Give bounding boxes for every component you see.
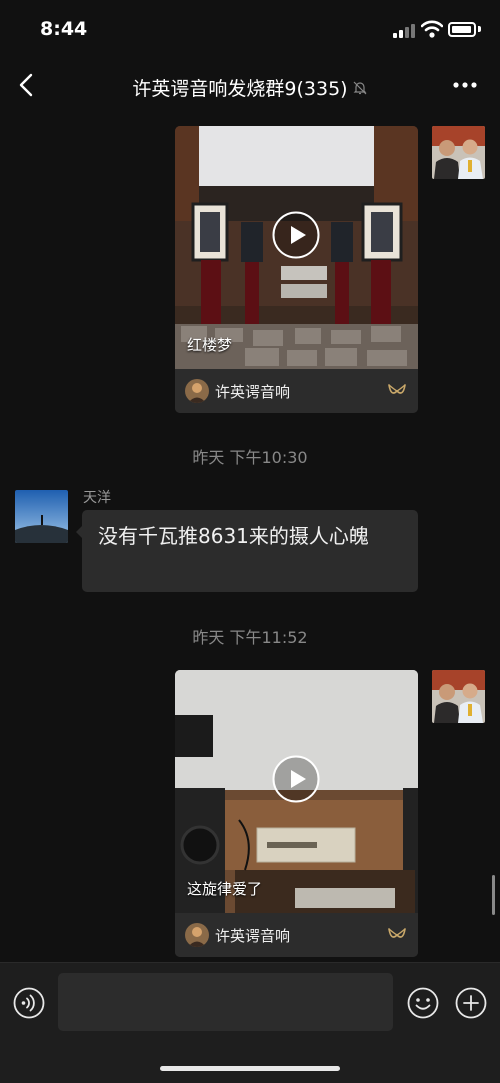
video-source-bar[interactable]: 许英谔音响 bbox=[175, 913, 418, 957]
home-indicator[interactable] bbox=[160, 1066, 340, 1071]
video-source-bar[interactable]: 许英谔音响 bbox=[175, 369, 418, 413]
video-channel-icon bbox=[388, 384, 406, 394]
source-avatar bbox=[185, 379, 209, 403]
sender-name: 天洋 bbox=[83, 490, 111, 506]
message-text: 没有千瓦推8631来的摄人心魄 bbox=[98, 524, 369, 548]
chat-title: 许英谔音响发烧群9(335) bbox=[60, 74, 440, 101]
play-icon[interactable] bbox=[272, 211, 320, 259]
video-message[interactable]: 红楼梦 许英谔音响 bbox=[175, 126, 418, 413]
message-timestamp: 昨天 下午11:52 bbox=[192, 628, 308, 647]
input-bar bbox=[0, 962, 500, 1083]
source-avatar bbox=[185, 923, 209, 947]
chat-header: 许英谔音响发烧群9(335) bbox=[0, 60, 500, 112]
avatar-photo bbox=[432, 670, 485, 723]
chat-title-text: 许英谔音响发烧群9(335) bbox=[132, 78, 348, 100]
sender-avatar[interactable] bbox=[15, 490, 68, 543]
scroll-indicator[interactable] bbox=[492, 875, 495, 915]
video-channel-icon bbox=[388, 928, 406, 938]
more-dots-icon[interactable] bbox=[450, 74, 480, 96]
sender-avatar[interactable] bbox=[432, 670, 485, 723]
battery-tip bbox=[478, 26, 481, 32]
battery-icon bbox=[448, 22, 476, 37]
play-icon[interactable] bbox=[272, 755, 320, 803]
message-timestamp: 昨天 下午10:30 bbox=[192, 448, 308, 467]
video-source-name: 许英谔音响 bbox=[215, 927, 291, 945]
status-time: 8:44 bbox=[40, 18, 88, 40]
avatar-photo bbox=[15, 490, 68, 543]
chat-messages[interactable]: 红楼梦 许英谔音响 昨天 下午10:30 天洋 没有千瓦推8631来的摄人心魄 … bbox=[0, 112, 500, 962]
plus-icon[interactable] bbox=[455, 987, 487, 1019]
bell-off-icon bbox=[353, 81, 367, 95]
video-message[interactable]: 这旋律爱了 许英谔音响 bbox=[175, 670, 418, 957]
signal-icon bbox=[393, 24, 417, 38]
video-source-name: 许英谔音响 bbox=[215, 383, 291, 401]
voice-icon[interactable] bbox=[13, 987, 45, 1019]
chevron-left-icon[interactable] bbox=[16, 72, 38, 98]
emoji-icon[interactable] bbox=[407, 987, 439, 1019]
sender-avatar[interactable] bbox=[432, 126, 485, 179]
video-caption: 红楼梦 bbox=[187, 336, 233, 354]
message-input[interactable] bbox=[58, 973, 393, 1031]
wifi-icon bbox=[421, 20, 443, 38]
avatar-photo bbox=[432, 126, 485, 179]
text-message-bubble[interactable]: 没有千瓦推8631来的摄人心魄 bbox=[76, 510, 418, 592]
video-caption: 这旋律爱了 bbox=[187, 880, 263, 898]
status-bar: 8:44 bbox=[0, 0, 500, 60]
